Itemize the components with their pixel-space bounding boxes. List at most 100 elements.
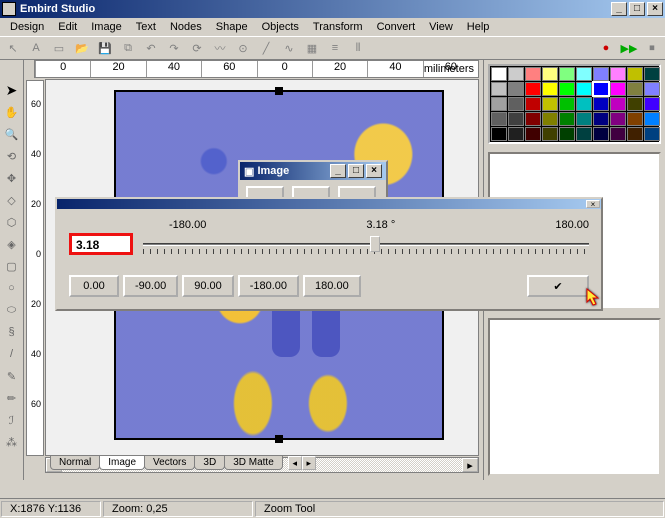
- preset-minus180-button[interactable]: -180.00: [238, 275, 299, 297]
- shape4-icon[interactable]: ▢: [2, 256, 22, 276]
- color-swatch[interactable]: [576, 82, 592, 96]
- shape1-icon[interactable]: ◇: [2, 190, 22, 210]
- record-icon[interactable]: ●: [595, 38, 617, 58]
- color-swatch[interactable]: [610, 127, 626, 141]
- color-swatch[interactable]: [491, 127, 507, 141]
- tab-image[interactable]: Image: [99, 456, 145, 470]
- image-window-titlebar[interactable]: ▣ Image _ □ ×: [240, 162, 386, 180]
- menu-shape[interactable]: Shape: [210, 19, 254, 35]
- color-swatch[interactable]: [593, 82, 609, 96]
- color-swatch[interactable]: [559, 82, 575, 96]
- color-swatch[interactable]: [525, 82, 541, 96]
- tab-3d[interactable]: 3D: [194, 456, 225, 470]
- color-swatch[interactable]: [627, 112, 643, 126]
- color-swatch[interactable]: [593, 112, 609, 126]
- color-swatch[interactable]: [491, 67, 507, 81]
- properties-panel[interactable]: [488, 318, 661, 476]
- rotate-icon[interactable]: ⟳: [186, 38, 208, 58]
- color-swatch[interactable]: [525, 67, 541, 81]
- color-swatch[interactable]: [542, 127, 558, 141]
- spray-icon[interactable]: ⁂: [2, 432, 22, 452]
- pointer-icon[interactable]: ↖: [2, 38, 24, 58]
- color-swatch[interactable]: [593, 127, 609, 141]
- color-swatch[interactable]: [508, 82, 524, 96]
- hand-tool-icon[interactable]: ✋: [2, 102, 22, 122]
- rotation-dialog[interactable]: × -180.00 3.18 ° 180.00 3.18 0.00 -90.00…: [55, 197, 603, 311]
- menu-image[interactable]: Image: [85, 19, 128, 35]
- tab-3dmatte[interactable]: 3D Matte: [224, 456, 283, 470]
- color-swatch[interactable]: [610, 82, 626, 96]
- color-swatch[interactable]: [576, 67, 592, 81]
- tab-normal[interactable]: Normal: [50, 456, 100, 470]
- resize-handle-top[interactable]: [275, 87, 283, 95]
- curve-icon[interactable]: 〰: [209, 38, 231, 58]
- menu-edit[interactable]: Edit: [52, 19, 83, 35]
- preset-90-button[interactable]: 90.00: [182, 275, 234, 297]
- preset-0-button[interactable]: 0.00: [69, 275, 119, 297]
- ellipse-icon[interactable]: ⬭: [2, 300, 22, 320]
- color-swatch[interactable]: [491, 97, 507, 111]
- text-icon[interactable]: A: [25, 38, 47, 58]
- color-swatch[interactable]: [542, 97, 558, 111]
- color-swatch[interactable]: [644, 112, 660, 126]
- shape2-icon[interactable]: ⬡: [2, 212, 22, 232]
- preset-minus90-button[interactable]: -90.00: [123, 275, 178, 297]
- color-swatch[interactable]: [627, 82, 643, 96]
- color-swatch[interactable]: [542, 82, 558, 96]
- color-swatch[interactable]: [610, 97, 626, 111]
- color-swatch[interactable]: [542, 112, 558, 126]
- path-icon[interactable]: ╱: [255, 38, 277, 58]
- grid-icon[interactable]: ▦: [301, 38, 323, 58]
- color-swatch[interactable]: [576, 112, 592, 126]
- color-swatch[interactable]: [593, 97, 609, 111]
- zoom-tool-icon[interactable]: 🔍: [2, 124, 22, 144]
- color-swatch[interactable]: [627, 67, 643, 81]
- minimize-button[interactable]: _: [611, 2, 627, 16]
- color-swatch[interactable]: [627, 127, 643, 141]
- menu-convert[interactable]: Convert: [371, 19, 422, 35]
- node-icon[interactable]: ⊙: [232, 38, 254, 58]
- color-swatch[interactable]: [644, 82, 660, 96]
- shape-icon[interactable]: ▭: [48, 38, 70, 58]
- circle-icon[interactable]: ○: [2, 278, 22, 298]
- slider-thumb[interactable]: [370, 236, 380, 252]
- menu-design[interactable]: Design: [4, 19, 50, 35]
- resize-handle-bottom[interactable]: [275, 435, 283, 443]
- color-swatch[interactable]: [508, 127, 524, 141]
- color-swatch[interactable]: [508, 97, 524, 111]
- tab-next-icon[interactable]: ▸: [302, 456, 316, 470]
- scroll-right-icon[interactable]: ▸: [462, 458, 478, 472]
- color-swatch[interactable]: [627, 97, 643, 111]
- tab-prev-icon[interactable]: ◂: [288, 456, 302, 470]
- line-icon[interactable]: /: [2, 344, 22, 364]
- redo-icon[interactable]: ↷: [163, 38, 185, 58]
- color-swatch[interactable]: [542, 67, 558, 81]
- wave-icon[interactable]: ∿: [278, 38, 300, 58]
- brush-icon[interactable]: ℐ: [2, 410, 22, 430]
- color-swatch[interactable]: [559, 67, 575, 81]
- color-swatch[interactable]: [491, 112, 507, 126]
- menu-nodes[interactable]: Nodes: [164, 19, 208, 35]
- menu-transform[interactable]: Transform: [307, 19, 369, 35]
- color-swatch[interactable]: [644, 127, 660, 141]
- color-swatch[interactable]: [491, 82, 507, 96]
- shape3-icon[interactable]: ◈: [2, 234, 22, 254]
- pan-tool-icon[interactable]: ✥: [2, 168, 22, 188]
- maximize-button[interactable]: □: [629, 2, 645, 16]
- tab-vectors[interactable]: Vectors: [144, 456, 195, 470]
- arrow-tool-icon[interactable]: ➤: [2, 80, 22, 100]
- menu-objects[interactable]: Objects: [256, 19, 305, 35]
- color-swatch[interactable]: [576, 127, 592, 141]
- preset-180-button[interactable]: 180.00: [303, 275, 361, 297]
- color-swatch[interactable]: [525, 112, 541, 126]
- pencil-icon[interactable]: ✏: [2, 388, 22, 408]
- close-button[interactable]: ×: [647, 2, 663, 16]
- color-swatch[interactable]: [644, 97, 660, 111]
- dist-icon[interactable]: ⫴: [347, 38, 369, 58]
- color-swatch[interactable]: [508, 112, 524, 126]
- menu-text[interactable]: Text: [130, 19, 162, 35]
- rotation-slider[interactable]: [143, 234, 589, 254]
- pen-icon[interactable]: ✎: [2, 366, 22, 386]
- color-swatch[interactable]: [559, 97, 575, 111]
- save-icon[interactable]: 💾: [94, 38, 116, 58]
